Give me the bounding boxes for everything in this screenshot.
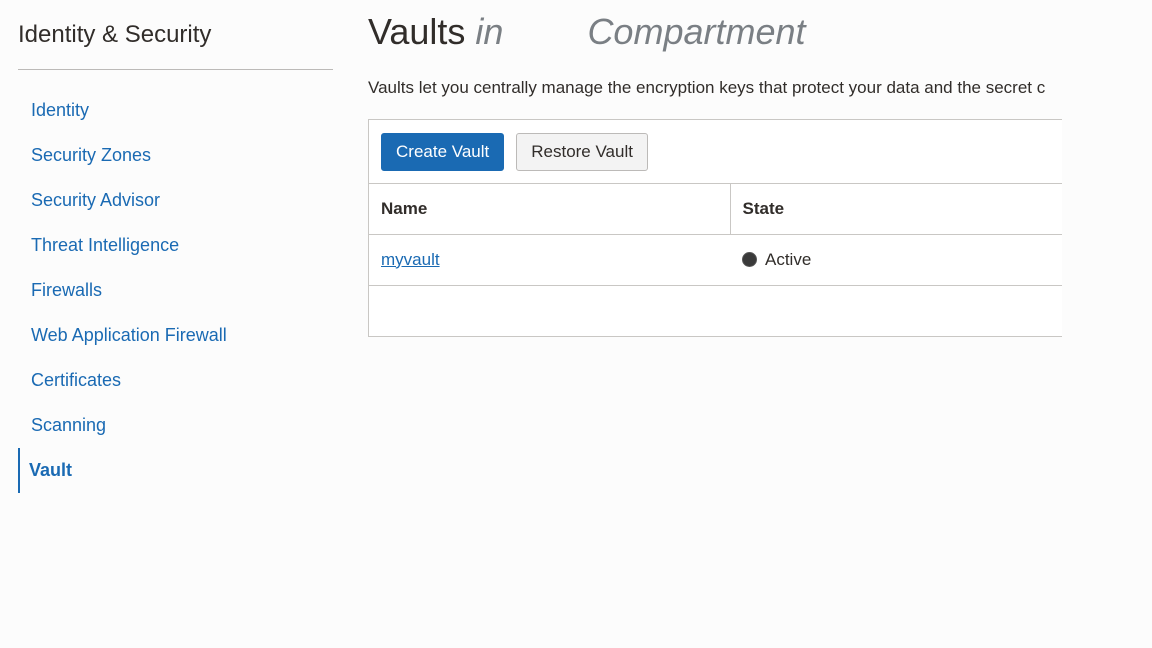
vault-name-link[interactable]: myvault: [381, 250, 440, 269]
table-row: myvault Active: [369, 234, 1062, 286]
sidebar-item-firewalls[interactable]: Firewalls: [18, 268, 333, 313]
status-dot-icon: [742, 252, 757, 267]
vaults-table: Name State myvault Active: [369, 184, 1062, 336]
sidebar-item-security-zones[interactable]: Security Zones: [18, 133, 333, 178]
page-title-text: Vaults: [368, 11, 466, 52]
sidebar: Identity & Security Identity Security Zo…: [18, 0, 333, 493]
sidebar-nav: Identity Security Zones Security Advisor…: [18, 88, 333, 493]
sidebar-item-vault[interactable]: Vault: [18, 448, 333, 493]
sidebar-item-identity[interactable]: Identity: [18, 88, 333, 133]
column-header-state[interactable]: State: [730, 184, 1062, 235]
page-title-compartment: Compartment: [587, 11, 806, 52]
main-content: Vaults in Compartment Vaults let you cent…: [368, 0, 1062, 337]
vault-state-cell: Active: [730, 234, 1062, 286]
restore-vault-button[interactable]: Restore Vault: [516, 132, 648, 171]
table-footer-row: [369, 285, 1062, 336]
sidebar-item-scanning[interactable]: Scanning: [18, 403, 333, 448]
sidebar-title: Identity & Security: [18, 0, 333, 70]
vaults-panel: Create Vault Restore Vault Name State my…: [368, 119, 1062, 337]
page-description: Vaults let you centrally manage the encr…: [368, 78, 1046, 97]
create-vault-button[interactable]: Create Vault: [381, 132, 505, 171]
sidebar-item-web-application-firewall[interactable]: Web Application Firewall: [18, 313, 333, 358]
table-footer: [369, 285, 1062, 336]
page-title-in: in: [475, 11, 504, 52]
status-text: Active: [765, 249, 812, 269]
vault-name-cell: myvault: [369, 234, 730, 286]
column-header-name[interactable]: Name: [369, 184, 731, 235]
sidebar-item-threat-intelligence[interactable]: Threat Intelligence: [18, 223, 333, 268]
sidebar-item-security-advisor[interactable]: Security Advisor: [18, 178, 333, 223]
page-title: Vaults in Compartment: [368, 0, 1061, 52]
table-header-row: Name State: [369, 184, 1062, 235]
sidebar-item-certificates[interactable]: Certificates: [18, 358, 333, 403]
toolbar: Create Vault Restore Vault: [369, 120, 1062, 184]
